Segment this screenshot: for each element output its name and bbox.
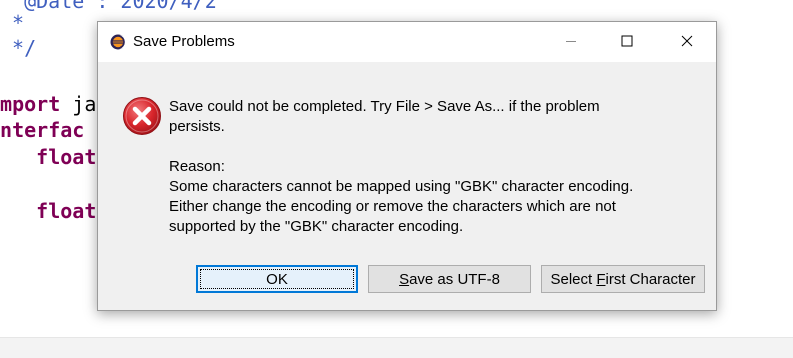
dialog-titlebar[interactable]: Save Problems: [98, 22, 716, 62]
code-line: import ja: [0, 91, 96, 117]
maximize-icon: [621, 32, 633, 51]
ok-button-label: OK: [266, 270, 288, 288]
code-keyword: float: [36, 145, 97, 169]
code-text: ja: [60, 92, 97, 116]
button-label: ave as UTF-8: [409, 270, 500, 288]
error-message: Save could not be completed. Try File > …: [169, 97, 600, 137]
mnemonic-letter: S: [399, 270, 410, 288]
select-first-character-button[interactable]: Select First Character: [541, 265, 705, 293]
code-line: float: [0, 144, 96, 170]
code-line: float: [0, 198, 96, 224]
reason-line: Some characters cannot be mapped using "…: [169, 178, 634, 195]
reason-line: supported by the "GBK" character encodin…: [169, 218, 464, 235]
status-strip: [0, 337, 793, 358]
ok-button[interactable]: OK: [196, 265, 358, 293]
reason-label: Reason:: [169, 158, 225, 175]
close-icon: [681, 32, 693, 51]
error-message-line: persists.: [169, 118, 225, 135]
code-line: *: [0, 11, 25, 35]
eclipse-icon: [110, 34, 127, 50]
minimize-button[interactable]: [548, 22, 594, 60]
save-problems-dialog: Save Problems Save could not be complete…: [97, 21, 717, 311]
maximize-button[interactable]: [604, 22, 650, 60]
save-as-utf8-button[interactable]: Save as UTF-8: [368, 265, 531, 293]
close-button[interactable]: [664, 22, 710, 60]
reason-text: Reason: Some characters cannot be mapped…: [169, 157, 633, 237]
dialog-title: Save Problems: [133, 33, 235, 50]
error-icon: [122, 96, 162, 136]
code-keyword: interfac: [0, 118, 85, 142]
code-keyword: float: [36, 199, 97, 223]
mnemonic-letter: F: [596, 270, 606, 288]
code-keyword: import: [0, 92, 61, 116]
code-line: @Date : 2020/4/2: [0, 0, 217, 13]
button-label: Select: [550, 270, 597, 288]
code-line: */: [0, 36, 37, 60]
reason-line: Either change the encoding or remove the…: [169, 198, 616, 215]
minimize-icon: [565, 32, 577, 51]
code-line: interfac: [0, 117, 84, 143]
error-message-line: Save could not be completed. Try File > …: [169, 98, 600, 115]
button-label: irst Character: [605, 270, 696, 288]
